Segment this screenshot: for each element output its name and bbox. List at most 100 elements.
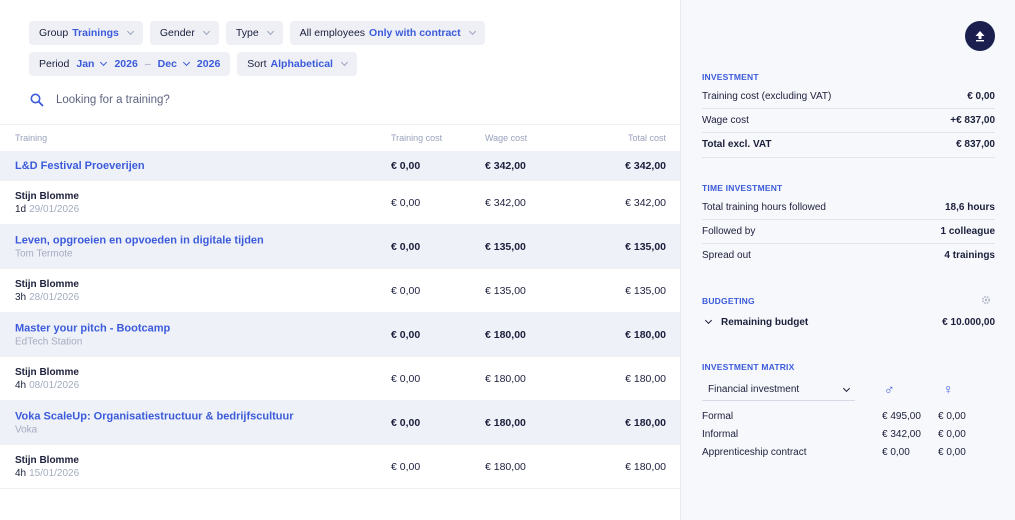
- sort-filter-label: Sort: [247, 58, 267, 70]
- kv-label: Training cost (excluding VAT): [702, 90, 832, 102]
- kv-value: € 837,00: [956, 138, 995, 150]
- remaining-budget[interactable]: Remaining budget € 10.000,00: [702, 310, 995, 334]
- date: 15/01/2026: [29, 467, 80, 479]
- header-training: Training: [15, 133, 48, 143]
- group-total-cost: € 342,00: [625, 159, 666, 172]
- participant-name: Stijn Blomme: [15, 190, 79, 202]
- time-investment-title: TIME INVESTMENT: [702, 183, 783, 193]
- kv-value: +€ 837,00: [950, 114, 995, 126]
- matrix-select[interactable]: Financial investment: [702, 379, 855, 401]
- duration: 3h: [15, 291, 27, 303]
- table-row[interactable]: Stijn Blomme 4h 08/01/2026 € 0,00 € 180,0…: [0, 357, 680, 401]
- group-filter[interactable]: Group Trainings: [29, 21, 143, 45]
- time-hours: Total training hours followed 18,6 hours: [702, 195, 995, 219]
- type-filter[interactable]: Type: [225, 21, 283, 45]
- remaining-budget-toggle[interactable]: Remaining budget: [702, 317, 808, 328]
- group-title-cell: Leven, opgroeien en opvoeden in digitale…: [15, 234, 264, 259]
- training-table: Training Training cost Wage cost Total c…: [0, 124, 680, 489]
- participant-name: Stijn Blomme: [15, 366, 79, 378]
- search-input[interactable]: [56, 94, 556, 106]
- kv-label: Wage cost: [702, 114, 749, 126]
- sort-filter[interactable]: Sort Alphabetical: [237, 52, 357, 76]
- kv-label: Total excl. VAT: [702, 138, 772, 150]
- training-group-row[interactable]: Voka ScaleUp: Organisatiestructuur & bed…: [0, 401, 680, 445]
- row-total-cost: € 180,00: [625, 460, 666, 473]
- group-filter-label: Group: [39, 27, 69, 39]
- period-filter: Period Jan 2026 – Dec 2026: [29, 52, 231, 76]
- kv-label: Total training hours followed: [702, 201, 826, 213]
- gear-icon[interactable]: [981, 295, 991, 305]
- upload-button[interactable]: [965, 21, 995, 51]
- group-training-cost: € 0,00: [391, 240, 421, 253]
- male-icon: ♂: [884, 381, 895, 397]
- gender-filter-label: Gender: [159, 27, 195, 39]
- filter-row-1: Group Trainings Gender Type All employee…: [29, 21, 485, 45]
- duration: 4h: [15, 379, 27, 391]
- matrix-female-value: € 0,00: [938, 411, 966, 422]
- participant-meta: 1d 29/01/2026: [15, 204, 79, 215]
- period-to-year[interactable]: 2026: [197, 58, 220, 70]
- kv-label: Followed by: [702, 225, 756, 237]
- header-total-cost: Total cost: [627, 133, 666, 143]
- group-title[interactable]: Voka ScaleUp: Organisatiestructuur & bed…: [15, 410, 294, 422]
- table-row[interactable]: Stijn Blomme 3h 28/01/2026 € 0,00 € 135,0…: [0, 269, 680, 313]
- row-training-cost: € 0,00: [391, 460, 421, 473]
- group-total-cost: € 180,00: [625, 416, 666, 429]
- group-wage-cost: € 180,00: [485, 416, 526, 429]
- training-group-row[interactable]: L&D Festival Proeverijen € 0,00 € 342,00…: [0, 151, 680, 181]
- group-title[interactable]: Leven, opgroeien en opvoeden in digitale…: [15, 234, 264, 246]
- chevron-down-icon: [340, 58, 349, 67]
- chevron-down-icon: [266, 27, 274, 36]
- duration: 1d: [15, 203, 27, 215]
- employees-filter[interactable]: All employees Only with contract: [289, 21, 485, 45]
- filter-row-2: Period Jan 2026 – Dec 2026 Sort Alphabet…: [29, 52, 357, 76]
- date: 28/01/2026: [29, 291, 80, 303]
- row-wage-cost: € 180,00: [485, 372, 526, 385]
- period-from-year[interactable]: 2026: [114, 58, 137, 70]
- row-training-cost: € 0,00: [391, 284, 421, 297]
- employees-filter-label: All employees: [299, 27, 366, 39]
- group-title-cell: Voka ScaleUp: Organisatiestructuur & bed…: [15, 410, 294, 435]
- group-wage-cost: € 180,00: [485, 328, 526, 341]
- row-total-cost: € 135,00: [625, 284, 666, 297]
- group-total-cost: € 135,00: [625, 240, 666, 253]
- group-training-cost: € 0,00: [391, 159, 421, 172]
- type-filter-label: Type: [235, 27, 259, 39]
- duration: 4h: [15, 467, 27, 479]
- matrix-male-value: € 495,00: [882, 411, 921, 422]
- participant-cell: Stijn Blomme 3h 28/01/2026: [15, 279, 79, 303]
- group-title[interactable]: L&D Festival Proeverijen: [15, 160, 145, 172]
- date: 08/01/2026: [29, 379, 80, 391]
- matrix-row: Informal € 342,00 € 0,00: [702, 426, 995, 444]
- period-to-month[interactable]: Dec: [158, 58, 177, 70]
- time-followed-by: Followed by 1 colleague: [702, 219, 995, 243]
- row-wage-cost: € 180,00: [485, 460, 526, 473]
- summary-sidebar: INVESTMENT Training cost (excluding VAT)…: [680, 0, 1015, 520]
- row-wage-cost: € 342,00: [485, 196, 526, 209]
- female-icon: ♀: [943, 381, 954, 397]
- training-group-row[interactable]: Leven, opgroeien en opvoeden in digitale…: [0, 225, 680, 269]
- search-icon[interactable]: [30, 93, 44, 107]
- group-wage-cost: € 135,00: [485, 240, 526, 253]
- participant-cell: Stijn Blomme 4h 15/01/2026: [15, 455, 79, 479]
- kv-value: 1 colleague: [940, 225, 995, 237]
- divider: [702, 157, 995, 158]
- group-training-cost: € 0,00: [391, 328, 421, 341]
- group-training-cost: € 0,00: [391, 416, 421, 429]
- training-group-row[interactable]: Master your pitch - Bootcamp EdTech Stat…: [0, 313, 680, 357]
- kv-value: 4 trainings: [944, 249, 995, 261]
- table-row[interactable]: Stijn Blomme 1d 29/01/2026 € 0,00 € 342,0…: [0, 181, 680, 225]
- chevron-down-icon: [126, 27, 134, 36]
- group-title[interactable]: Master your pitch - Bootcamp: [15, 322, 170, 334]
- row-wage-cost: € 135,00: [485, 284, 526, 297]
- period-from-month[interactable]: Jan: [76, 58, 94, 70]
- kv-label: Spread out: [702, 249, 751, 261]
- table-row[interactable]: Stijn Blomme 4h 15/01/2026 € 0,00 € 180,0…: [0, 445, 680, 489]
- group-wage-cost: € 342,00: [485, 159, 526, 172]
- header-training-cost: Training cost: [391, 133, 443, 143]
- matrix-select-value: Financial investment: [708, 384, 800, 395]
- gender-filter[interactable]: Gender: [149, 21, 219, 45]
- matrix-male-value: € 0,00: [882, 447, 910, 458]
- period-filter-label: Period: [39, 58, 70, 70]
- kv-value: € 0,00: [967, 90, 995, 102]
